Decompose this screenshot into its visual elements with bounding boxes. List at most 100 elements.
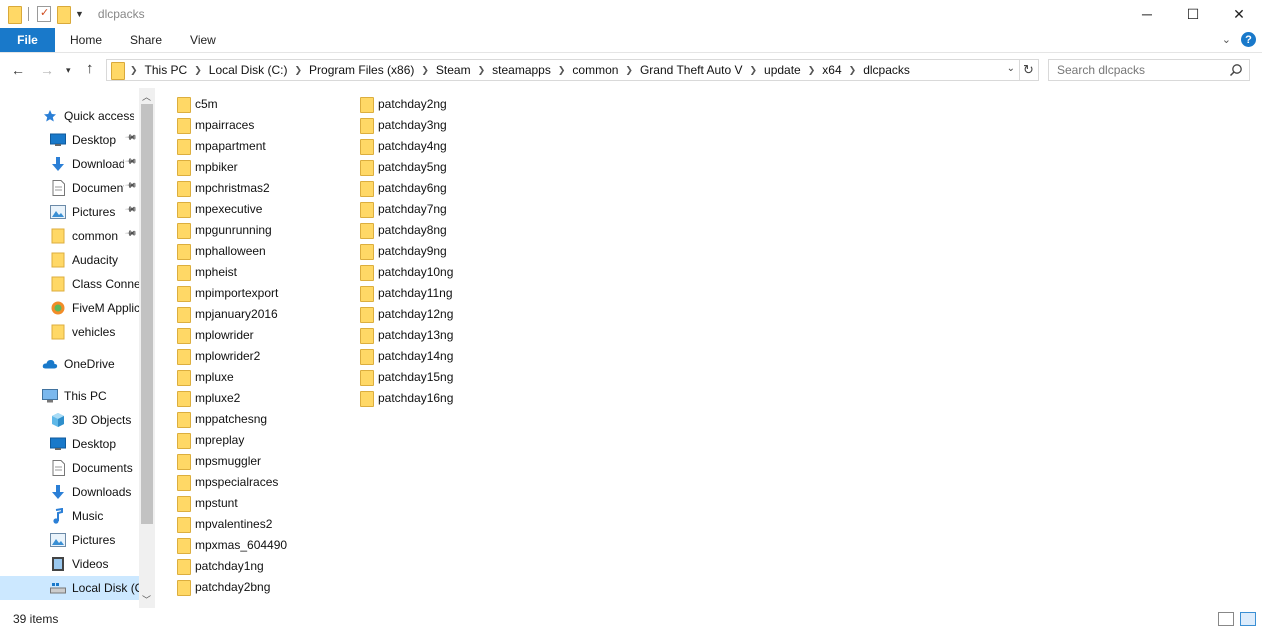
close-button[interactable]: ✕: [1216, 0, 1262, 28]
up-arrow-icon[interactable]: ↑: [86, 60, 94, 77]
nav-item-downloads[interactable]: Downloads📌: [0, 152, 140, 176]
nav-item-class-connect[interactable]: Class Connect: [0, 272, 140, 296]
large-icons-view-icon[interactable]: [1240, 612, 1256, 626]
breadcrumb-common[interactable]: common: [572, 63, 618, 77]
breadcrumb-separator-icon[interactable]: ❯: [187, 65, 209, 76]
tab-share[interactable]: Share: [116, 28, 176, 52]
folder-item[interactable]: c5m: [177, 93, 218, 114]
folder-item[interactable]: mpspecialraces: [177, 471, 278, 492]
breadcrumb-separator-icon[interactable]: ❯: [471, 65, 493, 76]
folder-item[interactable]: patchday13ng: [360, 324, 453, 345]
folder-item[interactable]: patchday5ng: [360, 156, 447, 177]
folder-item[interactable]: mpvalentines2: [177, 513, 272, 534]
breadcrumb-steam[interactable]: Steam: [436, 63, 471, 77]
breadcrumb-separator-icon[interactable]: ❯: [842, 65, 864, 76]
folder-item[interactable]: patchday2ng: [360, 93, 447, 114]
scroll-down-chevron-icon[interactable]: ﹀: [142, 593, 151, 606]
folder-item[interactable]: mpluxe: [177, 366, 234, 387]
folder-item[interactable]: mpgunrunning: [177, 219, 272, 240]
refresh-icon[interactable]: ↻: [1019, 59, 1039, 81]
nav-item-audacity[interactable]: Audacity: [0, 248, 140, 272]
search-input[interactable]: [1057, 63, 1217, 77]
maximize-button[interactable]: ☐: [1170, 0, 1216, 28]
breadcrumb-x64[interactable]: x64: [822, 63, 841, 77]
breadcrumb-separator-icon[interactable]: ❯: [414, 65, 436, 76]
tab-view[interactable]: View: [176, 28, 230, 52]
folder-item[interactable]: mpstunt: [177, 492, 238, 513]
breadcrumb-steamapps[interactable]: steamapps: [492, 63, 551, 77]
nav-item-quick-access[interactable]: Quick access: [0, 104, 140, 128]
folder-item[interactable]: patchday6ng: [360, 177, 447, 198]
details-view-icon[interactable]: [1218, 612, 1234, 626]
nav-item-documents[interactable]: Documents📌: [0, 176, 140, 200]
folder-item[interactable]: patchday3ng: [360, 114, 447, 135]
folder-item[interactable]: mpreplay: [177, 429, 244, 450]
breadcrumb-separator-icon[interactable]: ❯: [742, 65, 764, 76]
breadcrumb-update[interactable]: update: [764, 63, 801, 77]
folder-item[interactable]: mpxmas_604490: [177, 534, 287, 555]
folder-item[interactable]: mpbiker: [177, 156, 238, 177]
breadcrumb-separator-icon[interactable]: ❯: [618, 65, 640, 76]
tab-file[interactable]: File: [0, 28, 55, 52]
folder-item[interactable]: patchday9ng: [360, 240, 447, 261]
folder-item[interactable]: patchday10ng: [360, 261, 453, 282]
minimize-button[interactable]: ─: [1124, 0, 1170, 28]
nav-item-pictures[interactable]: Pictures 📌: [0, 200, 140, 224]
folder-item[interactable]: patchday14ng: [360, 345, 453, 366]
folder-item[interactable]: mpsmuggler: [177, 450, 261, 471]
folder-item[interactable]: mpjanuary2016: [177, 303, 278, 324]
nav-item-downloads[interactable]: Downloads: [0, 480, 140, 504]
nav-item-music[interactable]: Music: [0, 504, 140, 528]
nav-item-vehicles[interactable]: vehicles: [0, 320, 140, 344]
expand-ribbon-chevron-icon[interactable]: ⌄: [1222, 33, 1231, 46]
breadcrumb-this-pc[interactable]: This PC: [145, 63, 188, 77]
folder-item[interactable]: patchday16ng: [360, 387, 453, 408]
folder-item[interactable]: patchday2bng: [177, 576, 270, 597]
search-box[interactable]: [1048, 59, 1250, 81]
nav-item-desktop[interactable]: Desktop 📌: [0, 128, 140, 152]
scrollbar-thumb[interactable]: [141, 104, 153, 524]
nav-item-fivem-application-data[interactable]: FiveM Application Data: [0, 296, 140, 320]
forward-arrow-icon[interactable]: →: [40, 62, 54, 78]
nav-pane-scrollbar[interactable]: ︿ ﹀: [139, 88, 155, 608]
folder-item[interactable]: patchday12ng: [360, 303, 453, 324]
breadcrumb-separator-icon[interactable]: ❯: [287, 65, 309, 76]
folder-item[interactable]: patchday4ng: [360, 135, 447, 156]
customize-toolbar-chevron-icon[interactable]: ▼: [75, 9, 84, 19]
search-icon[interactable]: [1229, 63, 1243, 80]
nav-item-pictures[interactable]: Pictures: [0, 528, 140, 552]
breadcrumb-gta-v[interactable]: Grand Theft Auto V: [640, 63, 743, 77]
folder-item[interactable]: mpairraces: [177, 114, 254, 135]
nav-item-videos[interactable]: Videos: [0, 552, 140, 576]
breadcrumb-local-disk[interactable]: Local Disk (C:): [209, 63, 288, 77]
breadcrumb-separator-icon[interactable]: ❯: [801, 65, 823, 76]
folder-item[interactable]: mpimportexport: [177, 282, 278, 303]
breadcrumb-program-files[interactable]: Program Files (x86): [309, 63, 414, 77]
folder-item[interactable]: patchday1ng: [177, 555, 264, 576]
tab-home[interactable]: Home: [55, 28, 116, 52]
address-bar[interactable]: ❯ This PC ❯ Local Disk (C:) ❯ Program Fi…: [106, 59, 1020, 81]
nav-item-this-pc[interactable]: This PC: [0, 384, 140, 408]
nav-item-desktop[interactable]: Desktop: [0, 432, 140, 456]
nav-item-local-disk-c[interactable]: Local Disk (C:): [0, 576, 140, 600]
nav-item-onedrive[interactable]: OneDrive: [0, 352, 140, 376]
scroll-up-chevron-icon[interactable]: ︿: [142, 90, 151, 103]
breadcrumb-separator-icon[interactable]: ❯: [123, 65, 145, 76]
recent-locations-chevron-icon[interactable]: ▾: [66, 65, 71, 76]
properties-icon[interactable]: [37, 6, 51, 22]
nav-item-common[interactable]: common 📌: [0, 224, 140, 248]
folder-item[interactable]: patchday7ng: [360, 198, 447, 219]
nav-item-3d-objects[interactable]: 3D Objects: [0, 408, 140, 432]
folder-item[interactable]: mpapartment: [177, 135, 266, 156]
help-icon[interactable]: ?: [1241, 32, 1256, 47]
folder-item[interactable]: mppatchesng: [177, 408, 267, 429]
folder-item[interactable]: patchday8ng: [360, 219, 447, 240]
address-history-chevron-icon[interactable]: ⌄: [1007, 63, 1015, 74]
nav-item-documents[interactable]: Documents: [0, 456, 140, 480]
folder-item[interactable]: mphalloween: [177, 240, 266, 261]
breadcrumb-separator-icon[interactable]: ❯: [551, 65, 573, 76]
folder-item[interactable]: mpluxe2: [177, 387, 240, 408]
back-arrow-icon[interactable]: ←: [11, 62, 25, 78]
folder-item[interactable]: patchday11ng: [360, 282, 453, 303]
folder-item[interactable]: patchday15ng: [360, 366, 453, 387]
